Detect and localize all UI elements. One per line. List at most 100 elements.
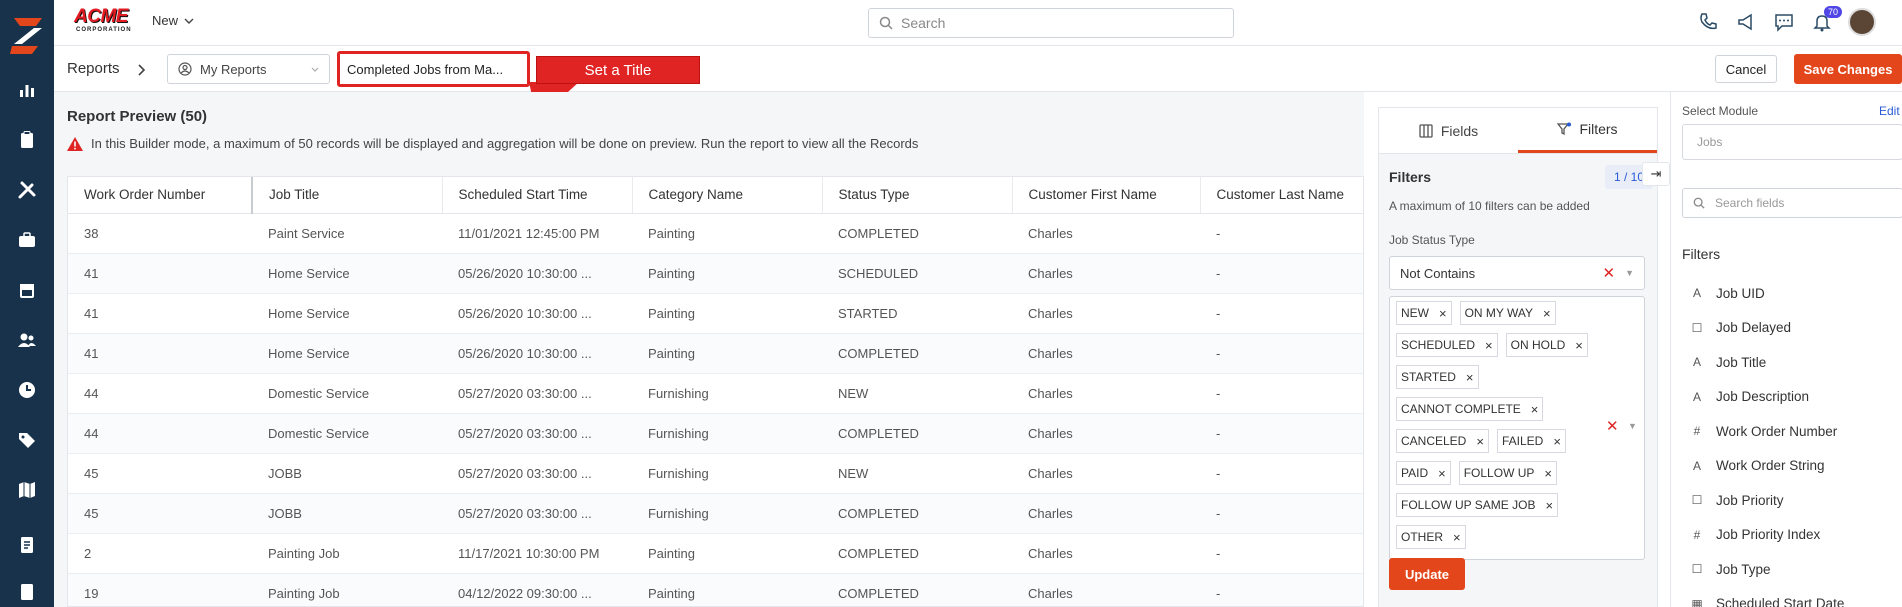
chip-label: FOLLOW UP SAME JOB — [1401, 498, 1536, 512]
remove-chip-icon[interactable]: × — [1543, 306, 1551, 321]
clear-icon[interactable]: ✕ — [1606, 417, 1619, 435]
table-cell: 41 — [68, 333, 252, 374]
bell-icon[interactable]: 70 — [1810, 6, 1842, 36]
app-logo[interactable] — [8, 14, 46, 54]
table-row[interactable]: 38 Paint Service 11/01/2021 12:45:00 PM Pai… — [68, 213, 1363, 254]
save-changes-button[interactable]: Save Changes — [1794, 54, 1902, 84]
folder-select[interactable]: My Reports — [167, 54, 330, 84]
table-cell: NEW — [822, 453, 1012, 494]
field-item[interactable]: A Job Title — [1682, 345, 1902, 380]
brand-logo[interactable]: ACME CORPORATION — [74, 7, 136, 37]
remove-chip-icon[interactable]: × — [1466, 370, 1474, 385]
text-icon: A — [1692, 389, 1701, 404]
field-item[interactable]: ☐ Job Priority — [1682, 483, 1902, 518]
edit-module-link[interactable]: Edit — [1879, 104, 1900, 118]
filter-value-chip: FAILED × — [1496, 429, 1566, 453]
tab-fields[interactable]: Fields — [1379, 108, 1518, 153]
remove-chip-icon[interactable]: × — [1476, 434, 1484, 449]
chat-icon[interactable] — [1772, 8, 1796, 36]
table-cell: Painting Job — [252, 573, 442, 606]
update-filter-button[interactable]: Update — [1389, 558, 1465, 590]
phone-icon[interactable] — [1696, 8, 1720, 36]
tools-icon[interactable] — [13, 176, 41, 204]
table-cell: Home Service — [252, 293, 442, 334]
remove-chip-icon[interactable]: × — [1531, 402, 1539, 417]
table-row[interactable]: 41 Home Service 05/26/2020 10:30:00 ... Pai… — [68, 333, 1363, 374]
table-cell: 11/17/2021 10:30:00 PM — [442, 533, 632, 574]
remove-chip-icon[interactable]: × — [1544, 466, 1552, 481]
column-header[interactable]: Status Type — [822, 177, 1013, 214]
search-fields-input[interactable]: Search fields — [1682, 188, 1902, 218]
table-row[interactable]: 19 Painting Job 04/12/2022 09:30:00 ... Pai… — [68, 573, 1363, 606]
field-item[interactable]: A Job Description — [1682, 380, 1902, 415]
table-row[interactable]: 45 JOBB 05/27/2020 03:30:00 ... Furnishing N… — [68, 453, 1363, 494]
field-item[interactable]: ☐ Job Delayed — [1682, 311, 1902, 346]
collapse-panel-icon[interactable]: ⇥ — [1642, 162, 1670, 186]
operator-select[interactable]: Not Contains ✕ ▼ — [1389, 256, 1645, 290]
table-cell: COMPLETED — [822, 533, 1012, 574]
remove-chip-icon[interactable]: × — [1485, 338, 1493, 353]
map-icon[interactable] — [13, 476, 41, 504]
field-item[interactable]: # Job Priority Index — [1682, 518, 1902, 553]
remove-chip-icon[interactable]: × — [1438, 466, 1446, 481]
text-icon: A — [1692, 355, 1701, 370]
column-header[interactable]: Work Order Number — [68, 177, 253, 214]
preview-table: Work Order Number Job Title Scheduled St… — [67, 176, 1364, 607]
global-search-input[interactable]: Search — [868, 8, 1234, 38]
field-item[interactable]: # Work Order Number — [1682, 414, 1902, 449]
clear-icon[interactable]: ✕ — [1603, 264, 1616, 282]
briefcase-icon[interactable] — [13, 226, 41, 254]
table-row[interactable]: 45 JOBB 05/27/2020 03:30:00 ... Furnishing C… — [68, 493, 1363, 534]
column-header[interactable]: Scheduled Start Time — [442, 177, 633, 214]
user-avatar[interactable] — [1848, 8, 1876, 36]
chip-label: CANCELED — [1401, 434, 1467, 448]
remove-chip-icon[interactable]: × — [1553, 434, 1561, 449]
module-select[interactable]: Jobs — [1682, 124, 1902, 160]
tag-icon[interactable] — [13, 426, 41, 454]
tab-filters[interactable]: Filters — [1518, 108, 1657, 153]
report-title-input[interactable]: Completed Jobs from Ma... — [337, 51, 530, 87]
megaphone-icon[interactable] — [1734, 8, 1758, 36]
user-circle-icon — [178, 62, 192, 76]
breadcrumb-reports[interactable]: Reports — [67, 60, 120, 77]
top-actions: 70 — [1696, 6, 1876, 36]
remove-chip-icon[interactable]: × — [1439, 306, 1447, 321]
invoice-icon[interactable] — [13, 578, 41, 606]
table-cell: SCHEDULED — [822, 253, 1012, 294]
remove-chip-icon[interactable]: × — [1545, 498, 1553, 513]
table-row[interactable]: 44 Domestic Service 05/27/2020 03:30:00 ..… — [68, 413, 1363, 454]
table-cell: 41 — [68, 293, 252, 334]
clock-icon[interactable] — [13, 376, 41, 404]
calendar-icon[interactable] — [13, 276, 41, 304]
users-icon[interactable] — [13, 326, 41, 354]
table-row[interactable]: 41 Home Service 05/26/2020 10:30:00 ... Pai… — [68, 253, 1363, 294]
column-header[interactable]: Job Title — [252, 177, 443, 214]
column-header[interactable]: Category Name — [632, 177, 823, 214]
clipboard-icon[interactable] — [13, 126, 41, 154]
filter-value-chip: ON MY WAY × — [1459, 301, 1556, 325]
table-cell: Charles — [1012, 293, 1200, 334]
field-item[interactable]: ☐ Job Type — [1682, 552, 1902, 587]
table-cell: 45 — [68, 493, 252, 534]
chip-label: FOLLOW UP — [1463, 466, 1535, 480]
column-header[interactable]: Customer Last Name — [1200, 177, 1363, 214]
column-header[interactable]: Customer First Name — [1012, 177, 1201, 214]
new-menu-button[interactable]: New — [152, 13, 194, 28]
chevron-down-icon: ▼ — [1625, 268, 1634, 278]
table-cell: Painting — [632, 573, 822, 606]
document-icon[interactable] — [13, 531, 41, 559]
table-row[interactable]: 2 Painting Job 11/17/2021 10:30:00 PM Paint… — [68, 533, 1363, 574]
filter-values-multiselect[interactable]: NEW × ON MY WAY × SCHEDULED × ON HOLD × STARTED ×… — [1389, 296, 1645, 560]
dashboard-icon[interactable] — [13, 76, 41, 104]
remove-chip-icon[interactable]: × — [1453, 530, 1461, 545]
field-item[interactable]: ▦ Scheduled Start Date — [1682, 587, 1902, 607]
field-item[interactable]: A Job UID — [1682, 276, 1902, 311]
chip-label: STARTED — [1401, 370, 1456, 384]
panel-tabs: Fields Filters — [1379, 108, 1657, 154]
cancel-button[interactable]: Cancel — [1715, 55, 1777, 83]
table-cell: - — [1200, 253, 1363, 294]
remove-chip-icon[interactable]: × — [1575, 338, 1583, 353]
table-row[interactable]: 41 Home Service 05/26/2020 10:30:00 ... Pai… — [68, 293, 1363, 334]
field-item[interactable]: A Work Order String — [1682, 449, 1902, 484]
table-row[interactable]: 44 Domestic Service 05/27/2020 03:30:00 ..… — [68, 373, 1363, 414]
